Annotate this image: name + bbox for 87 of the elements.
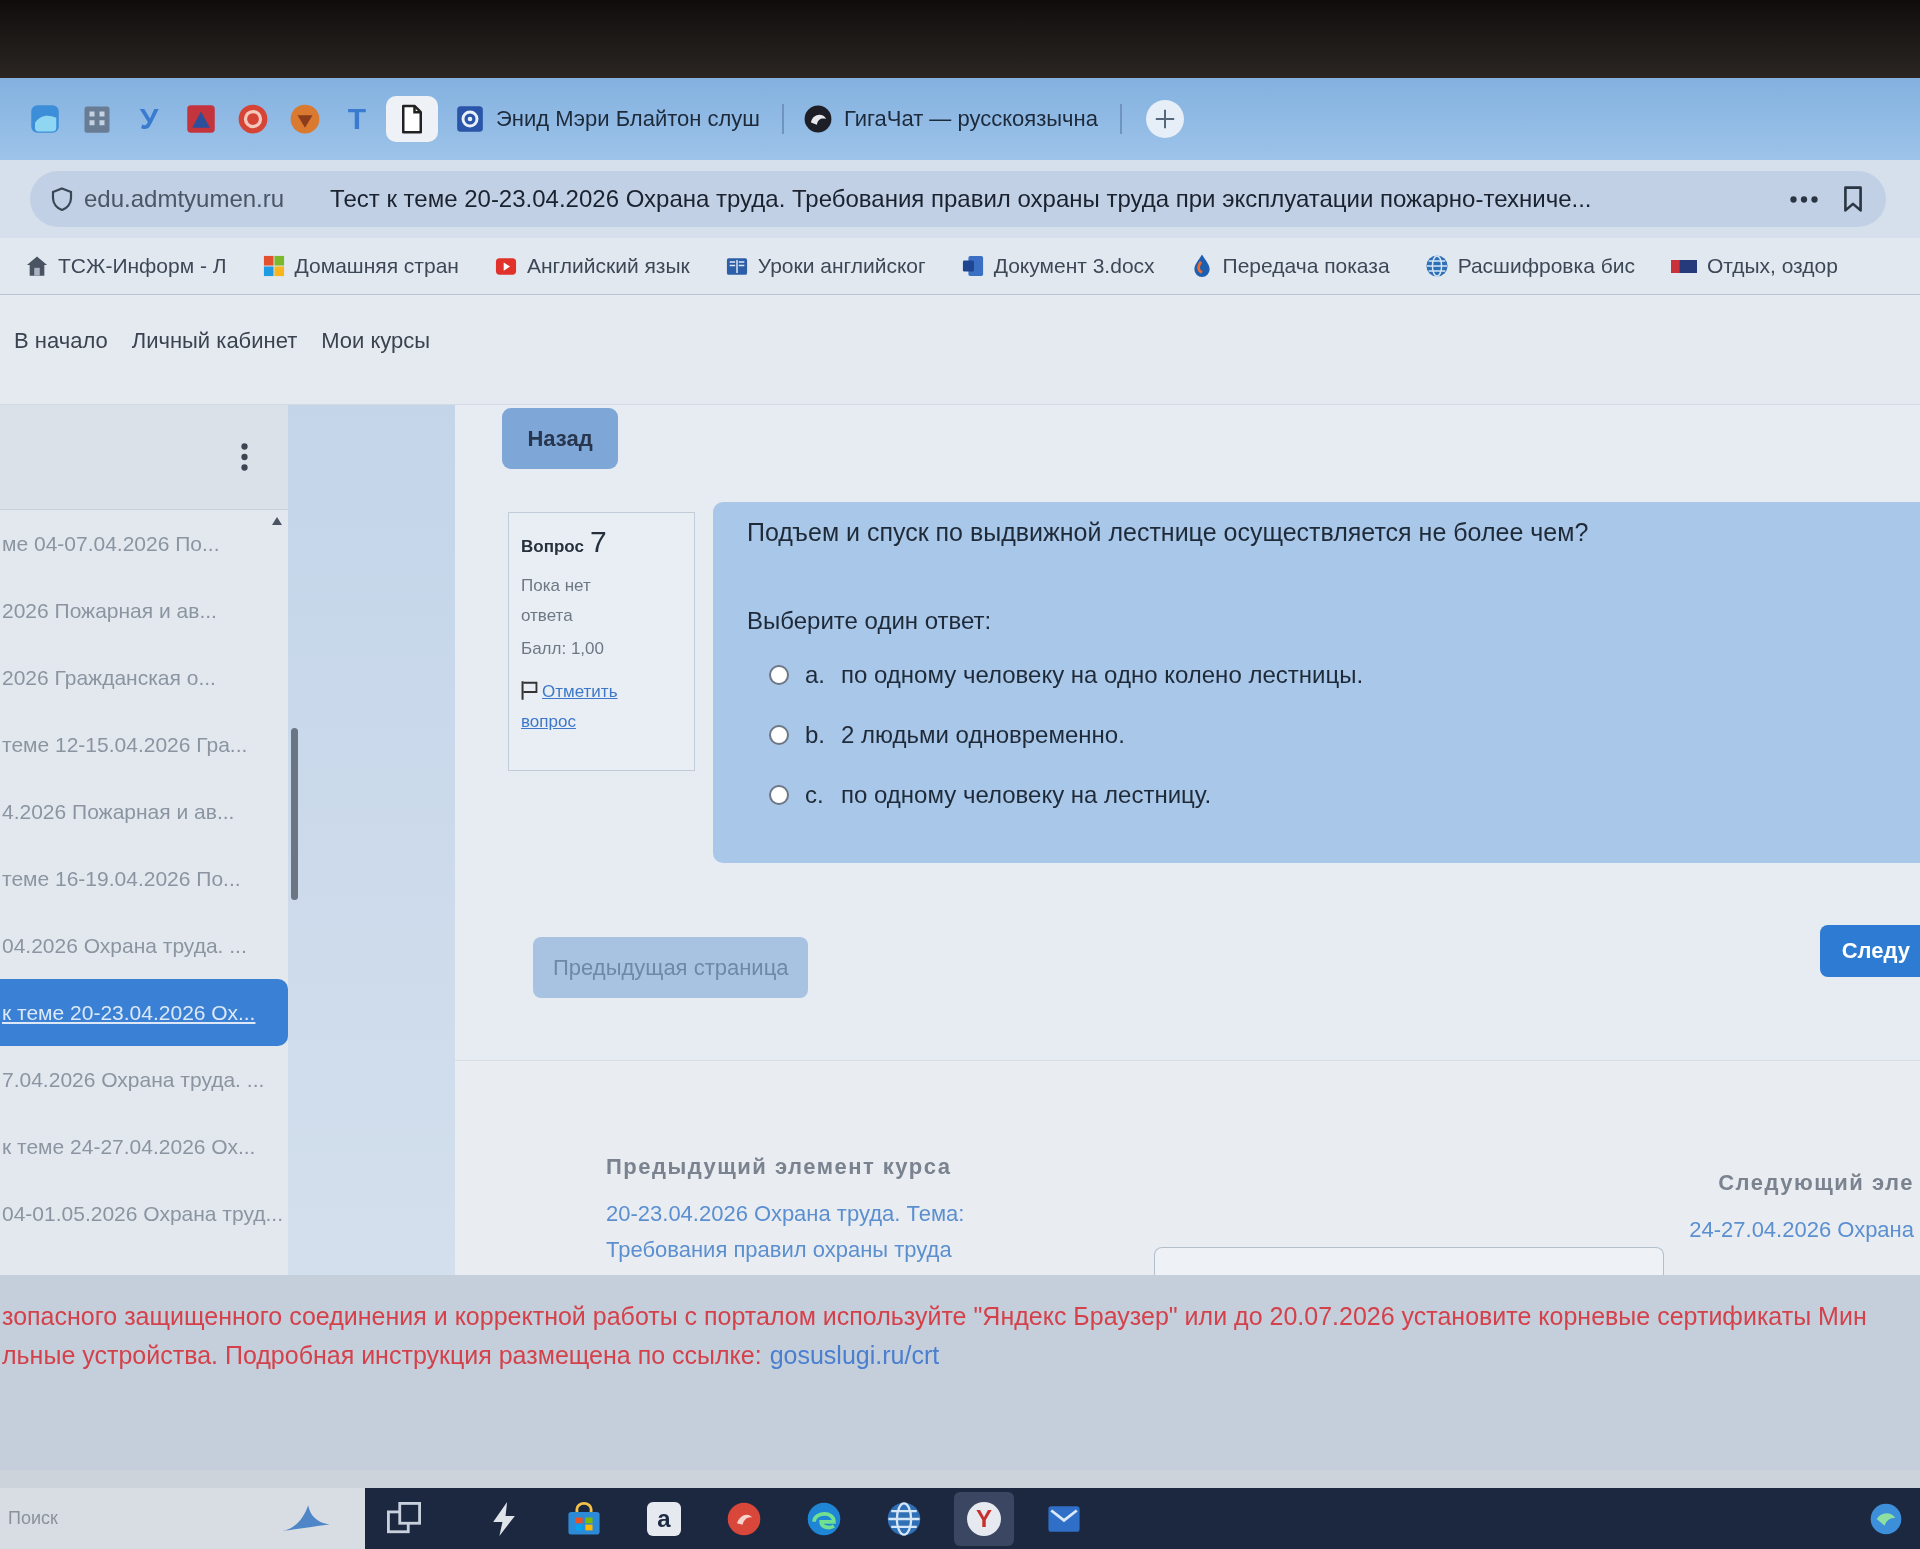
taskbar-app[interactable]: a [634,1491,694,1546]
globe-icon [887,1501,921,1536]
browser-tab[interactable]: ГигаЧат — русскоязычна [792,95,1112,143]
tile-icon [456,105,484,133]
plus-icon [1154,109,1175,129]
scrollbar-thumb[interactable] [291,728,298,900]
section-heading: Следующий эле [1717,1169,1914,1197]
search-field[interactable]: Поиск [0,1488,365,1549]
bookmark-link[interactable]: Документ 3.docx [961,254,1155,278]
notice-text: зопасного защищенного соединения и корректной работы с порталом используйте "Яндекс Браузер" или до 20.07.2026 установите корневые сертификаты Мин льные устройства. Подробная инструкция размещена по ссылке: gosuslugi.ru/crt [1,1301,1868,1371]
nav-link[interactable]: Личный кабинет [131,328,298,354]
option-text: по одному человеку на лестницу. [841,781,1212,809]
option-letter: b. [805,721,826,749]
course-link[interactable]: 24-27.04.2026 Охрана [1689,1212,1914,1248]
question-label: Вопрос [521,537,584,557]
tiles-icon [262,255,285,277]
address-bar[interactable]: edu.admtyumen.ru Тест к теме 20-23.04.2026 Охрана труда. Требования правил охраны труда при эксплуатации пожарно-техниче... [30,171,1886,227]
sidebar-item[interactable]: 2026 Пожарная и ав... [0,577,288,644]
swirl-icon [807,1501,841,1536]
house-icon [26,255,48,277]
bookmark-link[interactable]: Английский язык [494,254,690,278]
globe-icon [1425,255,1448,277]
sidebar-item[interactable]: 7.04.2026 Охрана труда. ... [0,1046,288,1113]
shield-icon [50,187,74,211]
bookmark-link[interactable]: Домашняя стран [262,254,459,278]
sidebar-item[interactable]: 04-01.05.2026 Охрана труд... [0,1180,288,1247]
bookmark-link[interactable]: ТСЖ-Информ - Л [26,254,227,278]
sidebar-item[interactable]: к теме 20-23.04.2026 Ох... [0,979,288,1046]
sidebar-item[interactable]: теме 12-15.04.2026 Гра... [0,711,288,778]
emblem-icon [186,104,216,134]
browser-tab[interactable]: Энид Мэри Блайтон слуш [444,95,774,143]
sidebar-item[interactable]: 4.2026 Пожарная и ав... [0,778,288,845]
bookmark-link[interactable]: Уроки английског [725,254,926,278]
video-icon [494,257,517,275]
bag-icon [567,1501,601,1536]
book-icon [725,257,748,275]
radio-button[interactable] [769,665,789,685]
pinned-tab[interactable] [386,96,438,142]
flag-icon [1670,259,1697,273]
answer-status: Пока нет ответа [521,575,592,627]
flag-link[interactable]: Отметить вопрос [521,677,641,737]
sidebar-item[interactable]: к теме 24-27.04.2026 Ох... [0,1113,288,1180]
bookmark-link[interactable]: Передача показа [1190,254,1390,278]
new-tab-button[interactable] [1145,100,1184,138]
option-letter: a. [805,661,826,689]
page-title: Тест к теме 20-23.04.2026 Охрана труда. Требования правил охраны труда при эксплуатации пожарно-техниче... [330,185,1592,213]
question-number: 7 [589,525,607,559]
ring-icon [238,104,268,134]
nav-link[interactable]: В начало [14,328,108,354]
document-icon [961,255,984,277]
tray-icon [1870,1502,1902,1535]
nav-link[interactable]: Мои курсы [321,328,431,354]
sidebar-item[interactable]: ме 04-07.04.2026 По... [0,510,288,577]
orb-icon [804,105,832,133]
badge-icon [290,104,320,134]
option-text: по одному человеку на одно колено лестницы. [841,661,1364,689]
bookmark-link[interactable]: Отдых, оздор [1670,254,1838,278]
tray-button[interactable] [1870,1502,1902,1535]
course-link[interactable]: 20-23.04.2026 Охрана труда. Тема: Требования правил охраны труда [606,1196,965,1268]
url-text: edu.admtyumen.ru [84,185,285,213]
sidebar-item[interactable]: 2026 Гражданская о... [0,644,288,711]
more-icon [1790,195,1818,203]
section-heading: Предыдущий элемент курса [606,1153,953,1181]
mail-icon [1047,1505,1081,1532]
caret-icon [272,517,282,525]
more-icon [241,443,248,471]
taskbar-app[interactable]: Y [954,1491,1014,1546]
option-letter: c. [805,781,825,809]
swoosh-icon [280,1503,332,1533]
tile-icon [30,104,60,134]
disc-icon [727,1501,761,1536]
sidebar-item[interactable]: теме 16-19.04.2026 По... [0,845,288,912]
next-page-button[interactable]: Следу [1819,925,1920,977]
task-view-icon [387,1501,421,1536]
answer-prompt: Выберите один ответ: [747,606,993,636]
back-button[interactable]: Назад [502,408,618,469]
radio-button[interactable] [769,785,789,805]
sidebar-item[interactable]: 04.2026 Охрана труда. ... [0,912,288,979]
jump-to-field[interactable] [1154,1247,1665,1275]
notice-link[interactable]: gosuslugi.ru/crt [769,1341,940,1369]
bookmark-link[interactable]: Расшифровка бис [1425,254,1635,278]
question-text: Подъем и спуск по выдвижной лестнице осуществляется не более чем? [747,517,1590,548]
grade-text: Балл: 1,00 [521,639,605,659]
flag-icon [521,681,538,700]
building-icon [82,104,112,134]
option-text: 2 людьми одновременно. [841,721,1125,749]
radio-button[interactable] [769,725,789,745]
